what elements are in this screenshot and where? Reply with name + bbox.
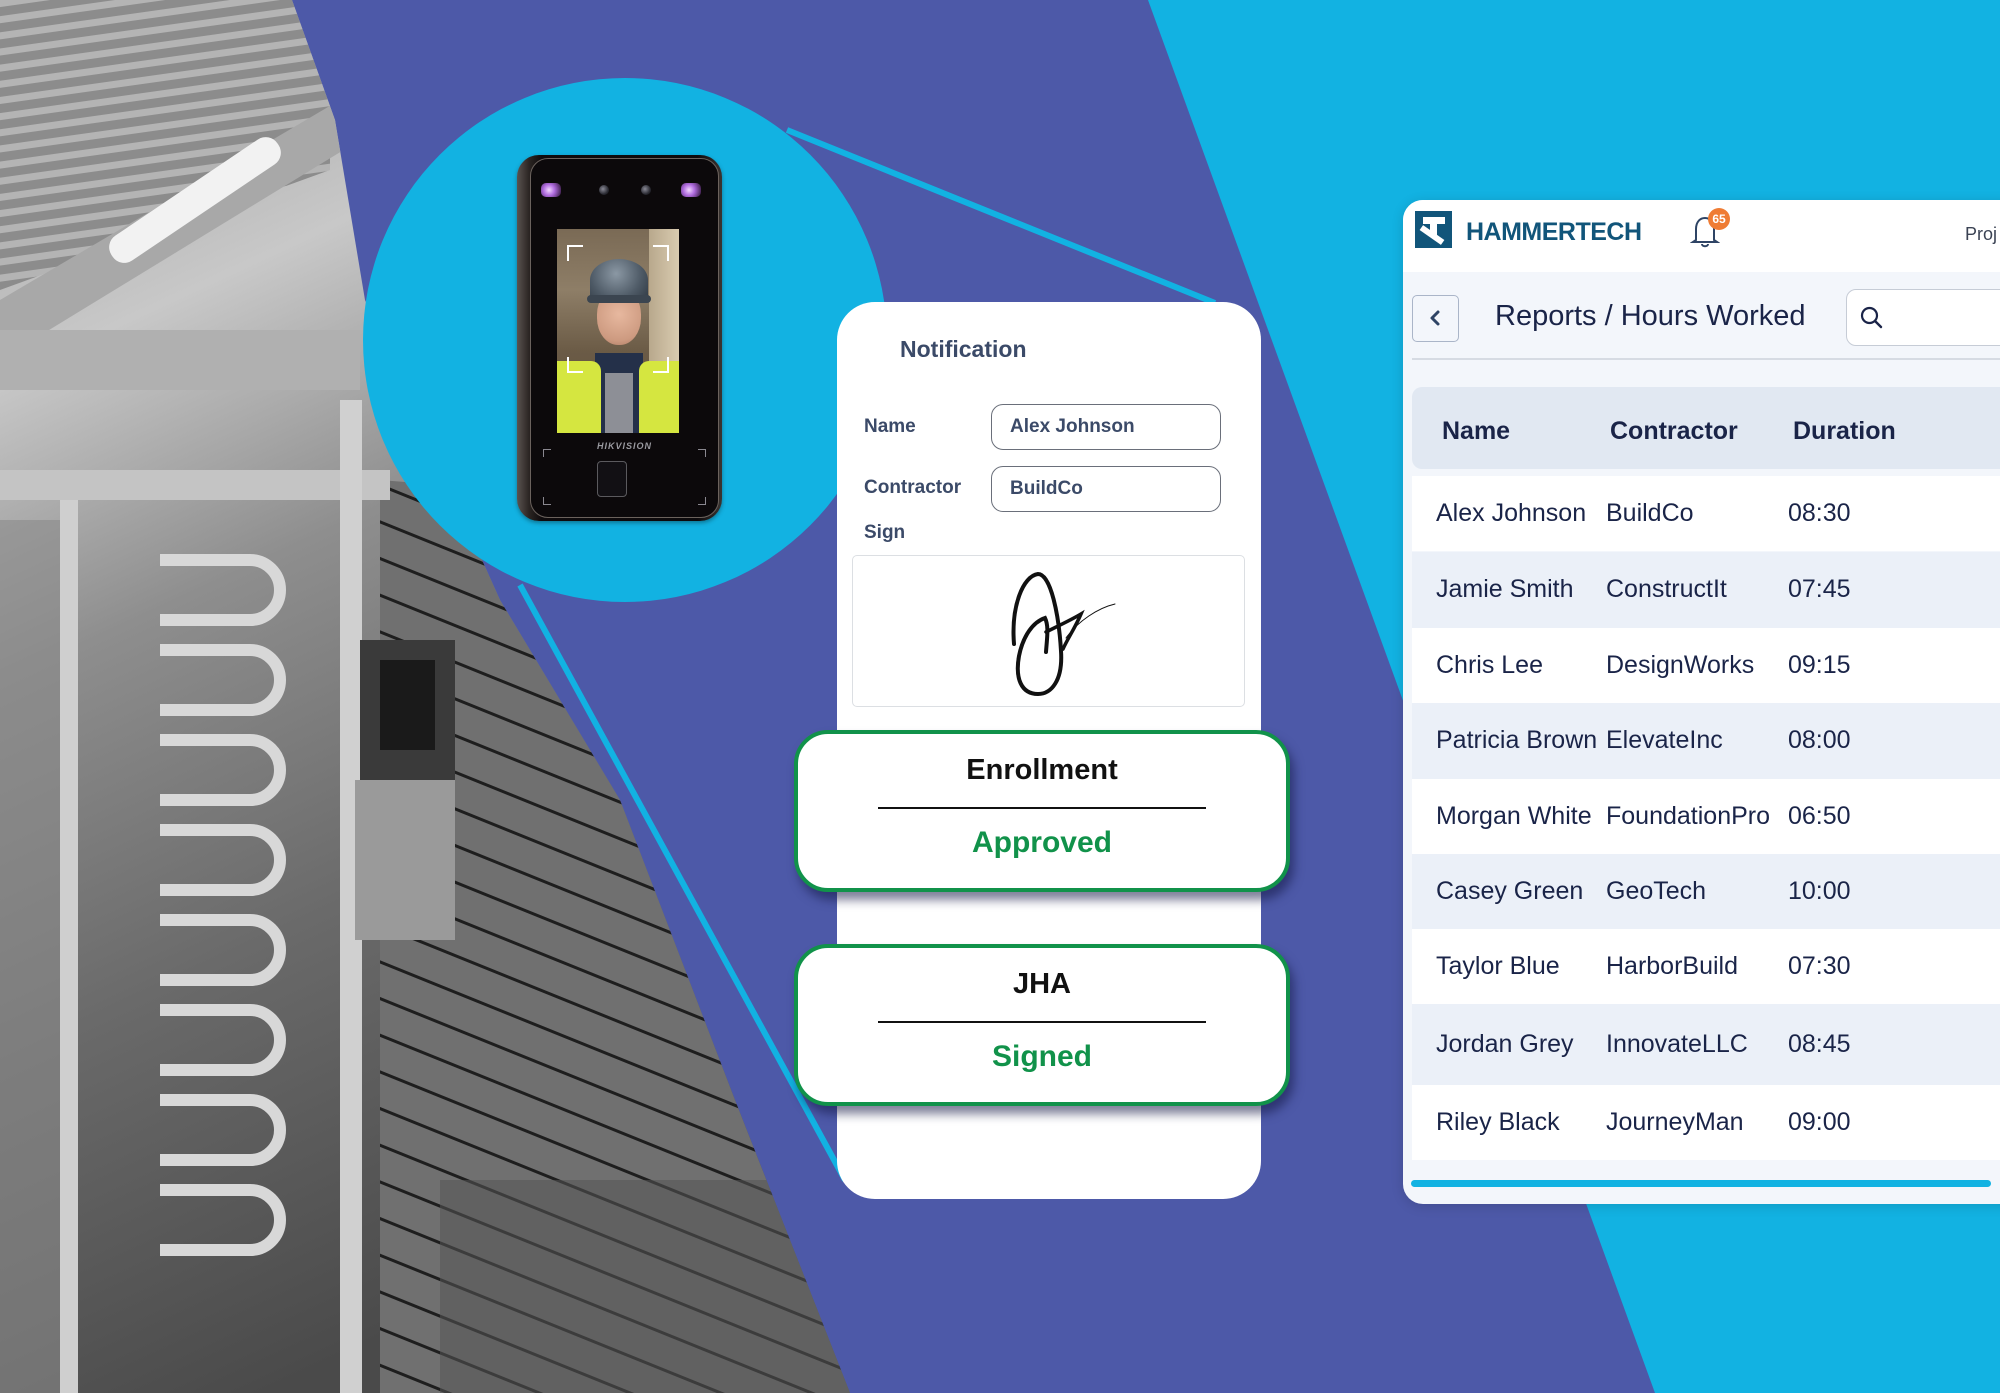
jha-status-value: Signed — [991, 1040, 1092, 1073]
cell-name: Jordan Grey — [1436, 1029, 1574, 1058]
fingerprint-sensor-icon — [597, 461, 627, 497]
table-row[interactable]: Jamie Smith ConstructIt 07:45 — [1412, 552, 2000, 628]
card-reader-corner-icon — [698, 497, 706, 505]
column-header-contractor[interactable]: Contractor — [1610, 417, 1738, 446]
ir-led-icon — [681, 183, 701, 197]
sign-label: Sign — [864, 522, 906, 543]
table-row[interactable]: Patricia Brown ElevateInc 08:00 — [1412, 703, 2000, 779]
scroll-progress-fill — [1411, 1180, 1991, 1187]
device-bezel: HIKVISION — [530, 158, 719, 518]
camera-lens-icon — [599, 185, 609, 195]
device-screen-worker-face — [557, 229, 679, 433]
jha-status-card: JHA Signed — [794, 944, 1290, 1106]
cell-contractor: DesignWorks — [1606, 650, 1755, 679]
enrollment-status-card: Enrollment Approved — [794, 730, 1290, 892]
ir-led-icon — [541, 183, 561, 197]
cell-duration: 08:00 — [1788, 726, 1851, 754]
face-frame-corner-icon — [653, 357, 669, 373]
hammertech-logo-icon[interactable] — [1415, 211, 1452, 248]
card-reader-corner-icon — [543, 497, 551, 505]
enrollment-title: Enrollment — [966, 754, 1118, 786]
signature-pad[interactable] — [852, 555, 1245, 707]
cell-contractor: JourneyMan — [1606, 1107, 1744, 1136]
cell-duration: 08:30 — [1788, 498, 1851, 527]
name-field[interactable] — [991, 404, 1221, 450]
cell-contractor: BuildCo — [1606, 498, 1694, 527]
table-row[interactable]: Casey Green GeoTech 10:00 — [1412, 854, 2000, 929]
signature-icon — [1011, 571, 1116, 697]
face-frame-corner-icon — [653, 245, 669, 261]
name-label: Name — [864, 416, 916, 437]
divider — [878, 1021, 1206, 1023]
column-header-name[interactable]: Name — [1442, 417, 1510, 446]
card-reader-corner-icon — [543, 449, 551, 457]
search-icon — [1860, 306, 1883, 329]
cell-contractor: ConstructIt — [1606, 575, 1727, 603]
table-row[interactable]: Chris Lee DesignWorks 09:15 — [1412, 628, 2000, 703]
face-recognition-terminal: HIKVISION — [517, 155, 722, 521]
cell-name: Alex Johnson — [1436, 498, 1587, 527]
cell-contractor: HarborBuild — [1606, 951, 1739, 980]
cell-name: Jamie Smith — [1436, 575, 1574, 603]
face-frame-corner-icon — [567, 245, 583, 261]
page-title: Reports / Hours Worked — [1495, 300, 1806, 332]
divider — [878, 807, 1206, 809]
cell-contractor: ElevateInc — [1606, 726, 1723, 754]
cell-name: Patricia Brown — [1436, 726, 1598, 754]
search-input[interactable] — [1891, 302, 2000, 334]
contractor-field[interactable] — [991, 466, 1221, 512]
table-row[interactable]: Jordan Grey InnovateLLC 08:45 — [1412, 1004, 2000, 1085]
app-header: HAMMERTECH 65 Proj — [1403, 200, 2000, 272]
notification-title: Notification — [900, 336, 1027, 362]
contractor-label: Contractor — [864, 477, 962, 498]
scroll-progress-bar[interactable] — [1411, 1180, 1991, 1187]
cell-name: Morgan White — [1436, 801, 1592, 830]
table-row[interactable]: Taylor Blue HarborBuild 07:30 — [1412, 929, 2000, 1004]
cell-contractor: FoundationPro — [1606, 801, 1771, 830]
cell-contractor: GeoTech — [1606, 876, 1707, 905]
projects-nav-link[interactable]: Proj — [1965, 224, 1997, 245]
cell-duration: 07:30 — [1788, 951, 1851, 980]
cell-name: Taylor Blue — [1436, 951, 1560, 980]
table-row[interactable]: Morgan White FoundationPro 06:50 — [1412, 779, 2000, 854]
cell-duration: 09:00 — [1788, 1107, 1851, 1136]
header-divider — [1412, 358, 2000, 360]
chevron-left-icon — [1430, 310, 1440, 326]
cell-name: Chris Lee — [1436, 650, 1543, 679]
jha-title: JHA — [1012, 968, 1071, 1000]
table-header: Name Contractor Duration — [1412, 387, 2000, 469]
cell-duration: 07:45 — [1788, 575, 1851, 603]
card-reader-corner-icon — [698, 449, 706, 457]
camera-lens-icon — [641, 185, 651, 195]
enrollment-status-value: Approved — [971, 826, 1112, 859]
face-frame-corner-icon — [567, 357, 583, 373]
cell-duration: 08:45 — [1788, 1029, 1851, 1058]
back-button[interactable] — [1412, 295, 1459, 342]
cell-duration: 09:15 — [1788, 650, 1851, 679]
table-row[interactable]: Riley Black JourneyMan 09:00 — [1412, 1085, 2000, 1160]
notification-count-badge[interactable]: 65 — [1708, 208, 1730, 230]
hammertech-dashboard: HAMMERTECH 65 Proj Reports / Hours Worke… — [1403, 200, 2000, 1204]
device-brand: HIKVISION — [596, 441, 652, 451]
cell-duration: 06:50 — [1788, 801, 1851, 830]
cell-name: Riley Black — [1436, 1107, 1560, 1136]
cell-duration: 10:00 — [1788, 876, 1851, 905]
table-row[interactable]: Alex Johnson BuildCo 08:30 — [1412, 476, 2000, 551]
cell-name: Casey Green — [1436, 876, 1584, 905]
search-box[interactable] — [1846, 289, 2000, 346]
column-header-duration[interactable]: Duration — [1793, 417, 1896, 446]
cell-contractor: InnovateLLC — [1606, 1029, 1748, 1058]
brand-name: HAMMERTECH — [1466, 218, 1642, 246]
